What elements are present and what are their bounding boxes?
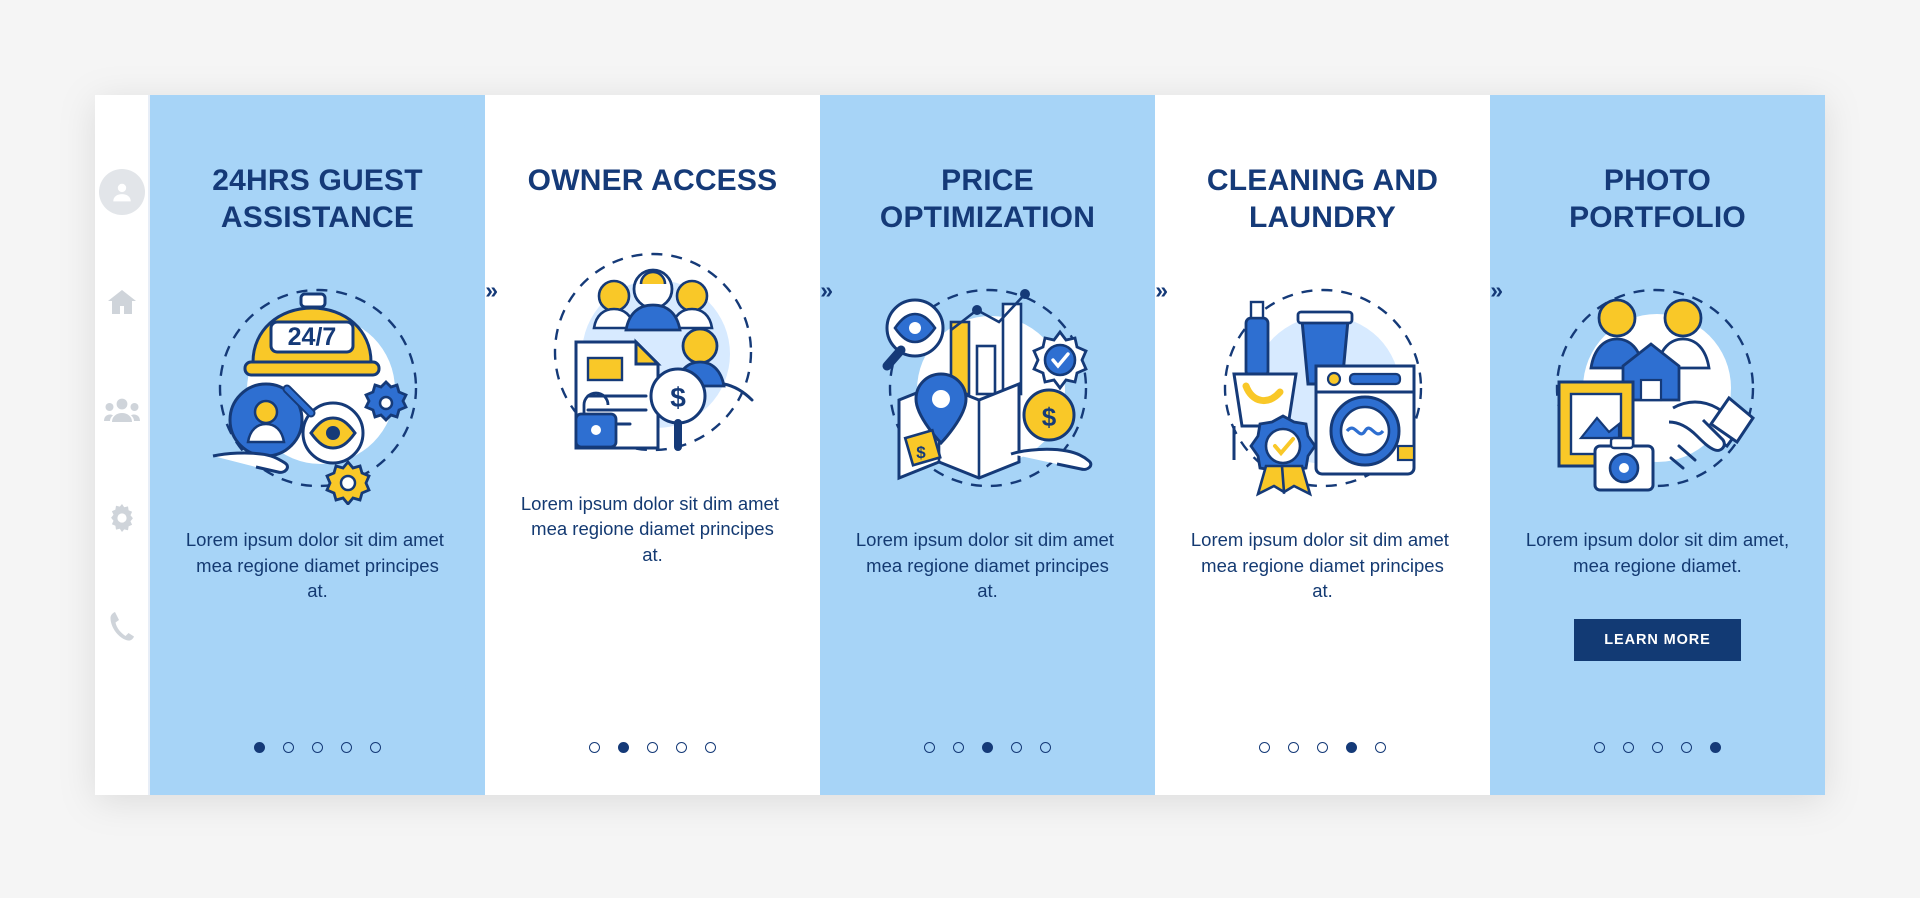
learn-more-button[interactable]: LEARN MORE bbox=[1574, 618, 1741, 661]
price-optimization-chart-map-icon: $ $ bbox=[882, 288, 1092, 488]
sidebar-item-settings[interactable] bbox=[101, 497, 143, 539]
dot-5[interactable] bbox=[1375, 742, 1386, 753]
dot-1[interactable] bbox=[1594, 742, 1605, 753]
illustration-concierge-bell: 24/7 bbox=[193, 270, 443, 506]
people-icon bbox=[103, 398, 140, 422]
panel-description: Lorem ipsum dolor sit dim amet, mea regi… bbox=[1525, 529, 1790, 576]
separator-chevron-2: » bbox=[820, 277, 833, 303]
gear-icon bbox=[110, 504, 133, 532]
concierge-bell-24-7-icon: 24/7 bbox=[212, 288, 417, 506]
photo-portfolio-handshake-icon bbox=[1555, 288, 1755, 492]
dot-4[interactable] bbox=[676, 742, 687, 753]
svg-text:$: $ bbox=[670, 382, 686, 413]
panel-description: Lorem ipsum dolor sit dim amet, mea regi… bbox=[185, 529, 450, 602]
dot-2[interactable] bbox=[953, 742, 964, 753]
badge-24-7: 24/7 bbox=[287, 323, 336, 351]
dot-5[interactable] bbox=[705, 742, 716, 753]
pagination-dots[interactable] bbox=[485, 742, 820, 753]
panel-24hrs-guest-assistance[interactable]: 24HRS GUEST ASSISTANCE 24/7 Lorem ipsum … bbox=[150, 95, 498, 795]
dot-3[interactable] bbox=[1317, 742, 1328, 753]
owner-access-document-lock-icon: $ bbox=[553, 252, 753, 451]
dot-4[interactable] bbox=[1011, 742, 1022, 753]
page-title: OWNER ACCESS bbox=[527, 164, 778, 197]
illustration-cleaning-laundry bbox=[1198, 270, 1448, 505]
onboarding-screens: 24HRS GUEST ASSISTANCE 24/7 Lorem ipsum … bbox=[95, 95, 1825, 795]
dot-4[interactable] bbox=[1346, 742, 1357, 753]
dot-5[interactable] bbox=[370, 742, 381, 753]
dot-2[interactable] bbox=[283, 742, 294, 753]
dot-4[interactable] bbox=[1681, 742, 1692, 753]
panel-strip: 24HRS GUEST ASSISTANCE 24/7 Lorem ipsum … bbox=[150, 95, 1825, 795]
panel-description: Lorem ipsum dolor sit dim amet, mea regi… bbox=[520, 492, 785, 565]
sidebar-item-people[interactable] bbox=[101, 389, 143, 431]
separator-chevron-1: » bbox=[485, 277, 498, 303]
dot-3[interactable] bbox=[647, 742, 658, 753]
page-title: PRICE OPTIMIZATION bbox=[879, 164, 1096, 234]
dot-5[interactable] bbox=[1710, 742, 1721, 753]
dot-3[interactable] bbox=[312, 742, 323, 753]
user-avatar-icon bbox=[112, 183, 131, 202]
dot-1[interactable] bbox=[1259, 742, 1270, 753]
phone-icon bbox=[110, 612, 134, 641]
page-title: CLEANING AND LAUNDRY bbox=[1206, 164, 1439, 234]
separator-chevron-4: » bbox=[1490, 277, 1503, 303]
panel-photo-portfolio[interactable]: PHOTO PORTFOLIO Lorem ipsum dolor sit di… bbox=[1490, 95, 1825, 795]
illustration-owner-access: $ bbox=[528, 234, 778, 469]
panel-cleaning-and-laundry[interactable]: CLEANING AND LAUNDRY Lorem ipsum dolor s… bbox=[1155, 95, 1503, 795]
illustration-price-optimization: $ $ bbox=[863, 270, 1113, 505]
panel-description: Lorem ipsum dolor sit dim amet, mea regi… bbox=[1190, 529, 1455, 602]
dot-4[interactable] bbox=[341, 742, 352, 753]
dot-2[interactable] bbox=[1288, 742, 1299, 753]
dot-2[interactable] bbox=[1623, 742, 1634, 753]
sidebar-item-phone[interactable] bbox=[101, 605, 143, 647]
dot-3[interactable] bbox=[982, 742, 993, 753]
pagination-dots[interactable] bbox=[1155, 742, 1490, 753]
pagination-dots[interactable] bbox=[820, 742, 1155, 753]
svg-text:$: $ bbox=[1041, 402, 1056, 432]
dot-1[interactable] bbox=[589, 742, 600, 753]
avatar[interactable] bbox=[98, 169, 145, 215]
sidebar bbox=[95, 95, 150, 795]
dot-3[interactable] bbox=[1652, 742, 1663, 753]
page-title: 24HRS GUEST ASSISTANCE bbox=[212, 164, 423, 234]
dot-2[interactable] bbox=[618, 742, 629, 753]
dot-1[interactable] bbox=[924, 742, 935, 753]
sidebar-item-home[interactable] bbox=[101, 281, 143, 323]
pagination-dots[interactable] bbox=[1490, 742, 1825, 753]
illustration-photo-portfolio bbox=[1533, 270, 1783, 505]
panel-wave-edge bbox=[779, 95, 805, 795]
panel-owner-access[interactable]: OWNER ACCESS $ Lorem ipsum dolor sit dim… bbox=[485, 95, 833, 795]
dot-5[interactable] bbox=[1040, 742, 1051, 753]
home-icon bbox=[107, 290, 136, 314]
washing-machine-cleaning-icon bbox=[1223, 288, 1422, 497]
panel-price-optimization[interactable]: PRICE OPTIMIZATION $ $ Lorem ipsum dolor… bbox=[820, 95, 1168, 795]
panel-description: Lorem ipsum dolor sit dim amet, mea regi… bbox=[855, 529, 1120, 602]
pagination-dots[interactable] bbox=[150, 742, 485, 753]
svg-text:$: $ bbox=[916, 443, 926, 462]
dot-1[interactable] bbox=[254, 742, 265, 753]
separator-chevron-3: » bbox=[1155, 277, 1168, 303]
page-title: PHOTO PORTFOLIO bbox=[1569, 164, 1746, 234]
